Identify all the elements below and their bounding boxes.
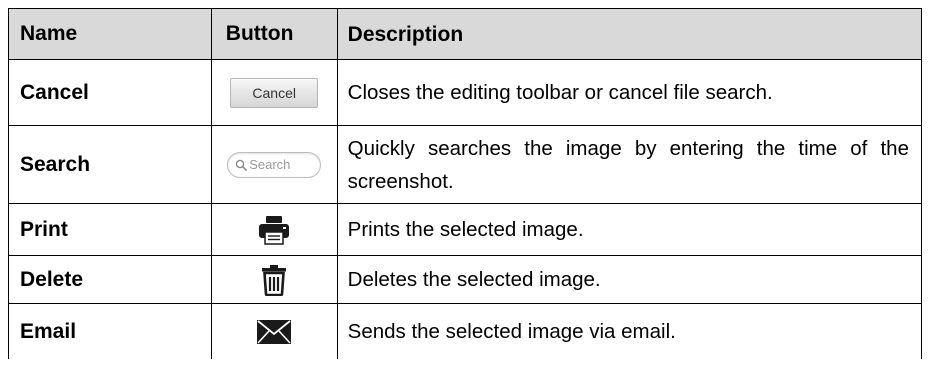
table-header-row: Name Button Description (9, 9, 922, 60)
row-name-delete: Delete (9, 256, 212, 303)
row-button-cell (212, 256, 338, 303)
table-row: Print Prints the selected image. (9, 204, 922, 256)
table-row: Search Search Quickly searches the image… (9, 126, 922, 204)
row-button-cell (212, 304, 338, 359)
row-name-cancel: Cancel (9, 60, 212, 125)
envelope-icon[interactable] (257, 319, 292, 344)
table-row: Cancel Cancel Closes the editing toolbar… (9, 60, 922, 126)
header-button: Button (212, 9, 338, 59)
table-row: Delete Deletes the selected image. (9, 256, 922, 304)
row-description-print: Prints the selected image. (338, 204, 922, 255)
row-name-email: Email (9, 304, 212, 359)
search-icon (235, 159, 248, 171)
row-description-cancel: Closes the editing toolbar or cancel fil… (338, 60, 922, 125)
trash-icon[interactable] (261, 264, 287, 296)
cancel-button[interactable]: Cancel (230, 77, 319, 108)
row-name-print: Print (9, 204, 212, 255)
row-description-email: Sends the selected image via email. (338, 304, 922, 359)
row-button-cell: Search (212, 126, 338, 203)
row-description-search: Quickly searches the image by entering t… (338, 126, 922, 203)
printer-icon[interactable] (258, 215, 290, 245)
row-button-cell: Cancel (212, 60, 338, 125)
row-description-delete: Deletes the selected image. (338, 256, 922, 303)
toolbar-buttons-table: Name Button Description Cancel Cancel Cl… (8, 8, 922, 359)
search-placeholder: Search (249, 157, 291, 172)
header-name: Name (9, 9, 212, 59)
row-name-search: Search (9, 126, 212, 203)
table-row: Email Sends the selected image via email… (9, 304, 922, 359)
row-button-cell (212, 204, 338, 255)
header-description: Description (338, 9, 922, 59)
search-input[interactable]: Search (227, 151, 322, 178)
